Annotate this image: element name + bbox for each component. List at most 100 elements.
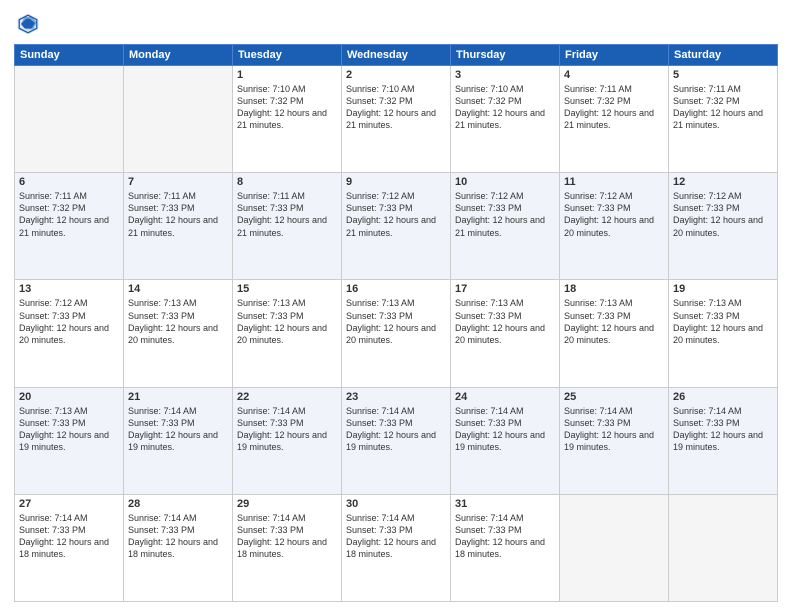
- day-info: Sunrise: 7:13 AM Sunset: 7:33 PM Dayligh…: [128, 297, 228, 346]
- day-number: 10: [455, 176, 555, 188]
- calendar-day-cell: [124, 66, 233, 173]
- calendar-day-cell: 26 Sunrise: 7:14 AM Sunset: 7:33 PM Dayli…: [669, 387, 778, 494]
- day-info: Sunrise: 7:13 AM Sunset: 7:33 PM Dayligh…: [564, 297, 664, 346]
- calendar-day-cell: 28 Sunrise: 7:14 AM Sunset: 7:33 PM Dayli…: [124, 494, 233, 601]
- calendar-week-row: 6Sunrise: 7:11 AM Sunset: 7:32 PM Daylig…: [15, 173, 778, 280]
- logo-icon: [14, 10, 42, 38]
- day-number: 22: [237, 391, 337, 403]
- day-number: 5: [673, 69, 773, 81]
- day-number: 15: [237, 283, 337, 295]
- day-number: 31: [455, 498, 555, 510]
- calendar-day-cell: 17 Sunrise: 7:13 AM Sunset: 7:33 PM Dayli…: [451, 280, 560, 387]
- calendar-day-cell: 20 Sunrise: 7:13 AM Sunset: 7:33 PM Dayli…: [15, 387, 124, 494]
- day-info: Sunrise: 7:11 AM Sunset: 7:32 PM Dayligh…: [673, 83, 773, 132]
- day-number: 9: [346, 176, 446, 188]
- day-info: Sunrise: 7:10 AM Sunset: 7:32 PM Dayligh…: [346, 83, 446, 132]
- calendar-day-cell: 30 Sunrise: 7:14 AM Sunset: 7:33 PM Dayli…: [342, 494, 451, 601]
- day-number: 17: [455, 283, 555, 295]
- day-info: Sunrise: 7:14 AM Sunset: 7:33 PM Dayligh…: [346, 512, 446, 561]
- calendar-day-cell: 18Sunrise: 7:13 AM Sunset: 7:33 PM Dayli…: [560, 280, 669, 387]
- calendar-day-cell: 25Sunrise: 7:14 AM Sunset: 7:33 PM Dayli…: [560, 387, 669, 494]
- day-number: 7: [128, 176, 228, 188]
- day-number: 14: [128, 283, 228, 295]
- day-number: 16: [346, 283, 446, 295]
- calendar-day-cell: [15, 66, 124, 173]
- calendar-day-cell: [669, 494, 778, 601]
- logo: [14, 10, 46, 38]
- calendar-day-cell: 3 Sunrise: 7:10 AM Sunset: 7:32 PM Daylig…: [451, 66, 560, 173]
- calendar-week-row: 27 Sunrise: 7:14 AM Sunset: 7:33 PM Dayli…: [15, 494, 778, 601]
- calendar-day-cell: 22 Sunrise: 7:14 AM Sunset: 7:33 PM Dayli…: [233, 387, 342, 494]
- day-info: Sunrise: 7:13 AM Sunset: 7:33 PM Dayligh…: [237, 297, 337, 346]
- day-number: 3: [455, 69, 555, 81]
- calendar-day-cell: 9 Sunrise: 7:12 AM Sunset: 7:33 PM Daylig…: [342, 173, 451, 280]
- calendar-day-cell: 24 Sunrise: 7:14 AM Sunset: 7:33 PM Dayli…: [451, 387, 560, 494]
- calendar-day-cell: 21 Sunrise: 7:14 AM Sunset: 7:33 PM Dayli…: [124, 387, 233, 494]
- day-info: Sunrise: 7:14 AM Sunset: 7:33 PM Dayligh…: [237, 405, 337, 454]
- day-info: Sunrise: 7:14 AM Sunset: 7:33 PM Dayligh…: [19, 512, 119, 561]
- day-info: Sunrise: 7:10 AM Sunset: 7:32 PM Dayligh…: [455, 83, 555, 132]
- calendar-day-cell: [560, 494, 669, 601]
- day-info: Sunrise: 7:11 AM Sunset: 7:32 PM Dayligh…: [19, 190, 119, 239]
- day-number: 13: [19, 283, 119, 295]
- day-info: Sunrise: 7:14 AM Sunset: 7:33 PM Dayligh…: [455, 512, 555, 561]
- calendar-day-cell: 29Sunrise: 7:14 AM Sunset: 7:33 PM Dayli…: [233, 494, 342, 601]
- day-number: 23: [346, 391, 446, 403]
- day-info: Sunrise: 7:14 AM Sunset: 7:33 PM Dayligh…: [128, 405, 228, 454]
- day-info: Sunrise: 7:13 AM Sunset: 7:33 PM Dayligh…: [19, 405, 119, 454]
- calendar-day-cell: 19 Sunrise: 7:13 AM Sunset: 7:33 PM Dayli…: [669, 280, 778, 387]
- day-info: Sunrise: 7:14 AM Sunset: 7:33 PM Dayligh…: [128, 512, 228, 561]
- day-number: 1: [237, 69, 337, 81]
- calendar-day-cell: 16Sunrise: 7:13 AM Sunset: 7:33 PM Dayli…: [342, 280, 451, 387]
- day-info: Sunrise: 7:12 AM Sunset: 7:33 PM Dayligh…: [673, 190, 773, 239]
- calendar-week-row: 20 Sunrise: 7:13 AM Sunset: 7:33 PM Dayli…: [15, 387, 778, 494]
- calendar-day-cell: 23 Sunrise: 7:14 AM Sunset: 7:33 PM Dayli…: [342, 387, 451, 494]
- header: [14, 10, 778, 38]
- weekday-header-monday: Monday: [124, 45, 233, 66]
- day-info: Sunrise: 7:11 AM Sunset: 7:33 PM Dayligh…: [128, 190, 228, 239]
- calendar-day-cell: 1 Sunrise: 7:10 AM Sunset: 7:32 PM Daylig…: [233, 66, 342, 173]
- calendar: SundayMondayTuesdayWednesdayThursdayFrid…: [14, 44, 778, 602]
- weekday-header-tuesday: Tuesday: [233, 45, 342, 66]
- calendar-day-cell: 27 Sunrise: 7:14 AM Sunset: 7:33 PM Dayli…: [15, 494, 124, 601]
- day-number: 30: [346, 498, 446, 510]
- calendar-day-cell: 7 Sunrise: 7:11 AM Sunset: 7:33 PM Daylig…: [124, 173, 233, 280]
- calendar-day-cell: 14 Sunrise: 7:13 AM Sunset: 7:33 PM Dayli…: [124, 280, 233, 387]
- calendar-week-row: 13 Sunrise: 7:12 AM Sunset: 7:33 PM Dayli…: [15, 280, 778, 387]
- day-number: 11: [564, 176, 664, 188]
- calendar-day-cell: 12 Sunrise: 7:12 AM Sunset: 7:33 PM Dayli…: [669, 173, 778, 280]
- day-info: Sunrise: 7:12 AM Sunset: 7:33 PM Dayligh…: [346, 190, 446, 239]
- calendar-day-cell: 31 Sunrise: 7:14 AM Sunset: 7:33 PM Dayli…: [451, 494, 560, 601]
- day-info: Sunrise: 7:12 AM Sunset: 7:33 PM Dayligh…: [19, 297, 119, 346]
- day-number: 27: [19, 498, 119, 510]
- day-number: 26: [673, 391, 773, 403]
- day-info: Sunrise: 7:14 AM Sunset: 7:33 PM Dayligh…: [673, 405, 773, 454]
- weekday-header-friday: Friday: [560, 45, 669, 66]
- calendar-day-cell: 15 Sunrise: 7:13 AM Sunset: 7:33 PM Dayli…: [233, 280, 342, 387]
- day-number: 20: [19, 391, 119, 403]
- day-info: Sunrise: 7:14 AM Sunset: 7:33 PM Dayligh…: [346, 405, 446, 454]
- weekday-header-wednesday: Wednesday: [342, 45, 451, 66]
- day-number: 25: [564, 391, 664, 403]
- day-info: Sunrise: 7:11 AM Sunset: 7:33 PM Dayligh…: [237, 190, 337, 239]
- calendar-day-cell: 11 Sunrise: 7:12 AM Sunset: 7:33 PM Dayli…: [560, 173, 669, 280]
- day-info: Sunrise: 7:10 AM Sunset: 7:32 PM Dayligh…: [237, 83, 337, 132]
- calendar-day-cell: 6Sunrise: 7:11 AM Sunset: 7:32 PM Daylig…: [15, 173, 124, 280]
- weekday-header-row: SundayMondayTuesdayWednesdayThursdayFrid…: [15, 45, 778, 66]
- day-number: 28: [128, 498, 228, 510]
- day-info: Sunrise: 7:14 AM Sunset: 7:33 PM Dayligh…: [237, 512, 337, 561]
- day-number: 12: [673, 176, 773, 188]
- day-number: 24: [455, 391, 555, 403]
- day-info: Sunrise: 7:12 AM Sunset: 7:33 PM Dayligh…: [564, 190, 664, 239]
- day-number: 2: [346, 69, 446, 81]
- day-info: Sunrise: 7:12 AM Sunset: 7:33 PM Dayligh…: [455, 190, 555, 239]
- day-number: 21: [128, 391, 228, 403]
- calendar-day-cell: 13 Sunrise: 7:12 AM Sunset: 7:33 PM Dayli…: [15, 280, 124, 387]
- day-number: 19: [673, 283, 773, 295]
- calendar-day-cell: 5 Sunrise: 7:11 AM Sunset: 7:32 PM Daylig…: [669, 66, 778, 173]
- day-info: Sunrise: 7:14 AM Sunset: 7:33 PM Dayligh…: [455, 405, 555, 454]
- day-info: Sunrise: 7:13 AM Sunset: 7:33 PM Dayligh…: [673, 297, 773, 346]
- day-info: Sunrise: 7:11 AM Sunset: 7:32 PM Dayligh…: [564, 83, 664, 132]
- day-info: Sunrise: 7:13 AM Sunset: 7:33 PM Dayligh…: [455, 297, 555, 346]
- page: SundayMondayTuesdayWednesdayThursdayFrid…: [0, 0, 792, 612]
